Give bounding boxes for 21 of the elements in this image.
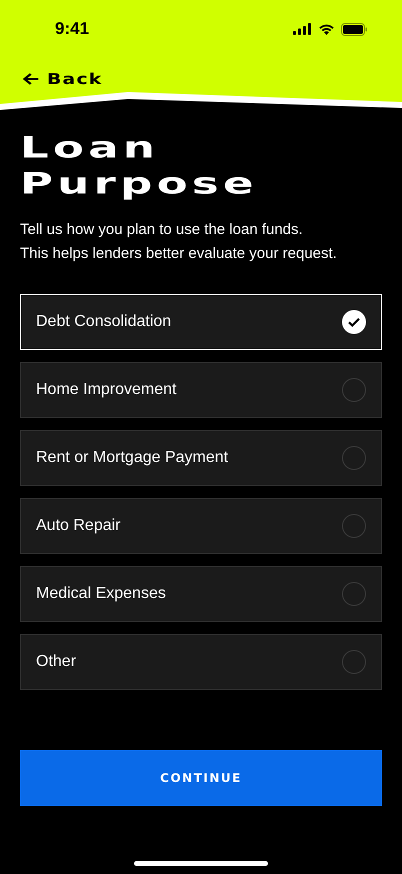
radio-icon (342, 514, 366, 538)
wifi-icon (318, 23, 335, 35)
radio-icon (342, 378, 366, 402)
check-icon (342, 310, 366, 334)
signal-icon (293, 23, 312, 35)
page-title: Loan Purpose (20, 130, 258, 202)
description: Tell us how you plan to use the loan funds. This helps lenders better evaluate your request. (20, 220, 338, 264)
radio-icon (342, 650, 366, 674)
purpose-option[interactable]: Home Improvement (20, 362, 382, 418)
purpose-option[interactable]: Medical Expenses (20, 566, 382, 622)
status-time: 9:41 (55, 19, 90, 39)
purpose-option[interactable]: Auto Repair (20, 498, 382, 554)
radio-icon (342, 446, 366, 470)
back-button[interactable]: Back (22, 70, 103, 88)
purpose-option[interactable]: Rent or Mortgage Payment (20, 430, 382, 486)
continue-button[interactable]: CONTINUE (20, 750, 382, 806)
radio-icon (342, 582, 366, 606)
purpose-option[interactable]: Other (20, 634, 382, 690)
arrow-left-icon (22, 72, 40, 86)
purpose-option[interactable]: Debt Consolidation (20, 294, 382, 350)
battery-icon (341, 22, 368, 36)
